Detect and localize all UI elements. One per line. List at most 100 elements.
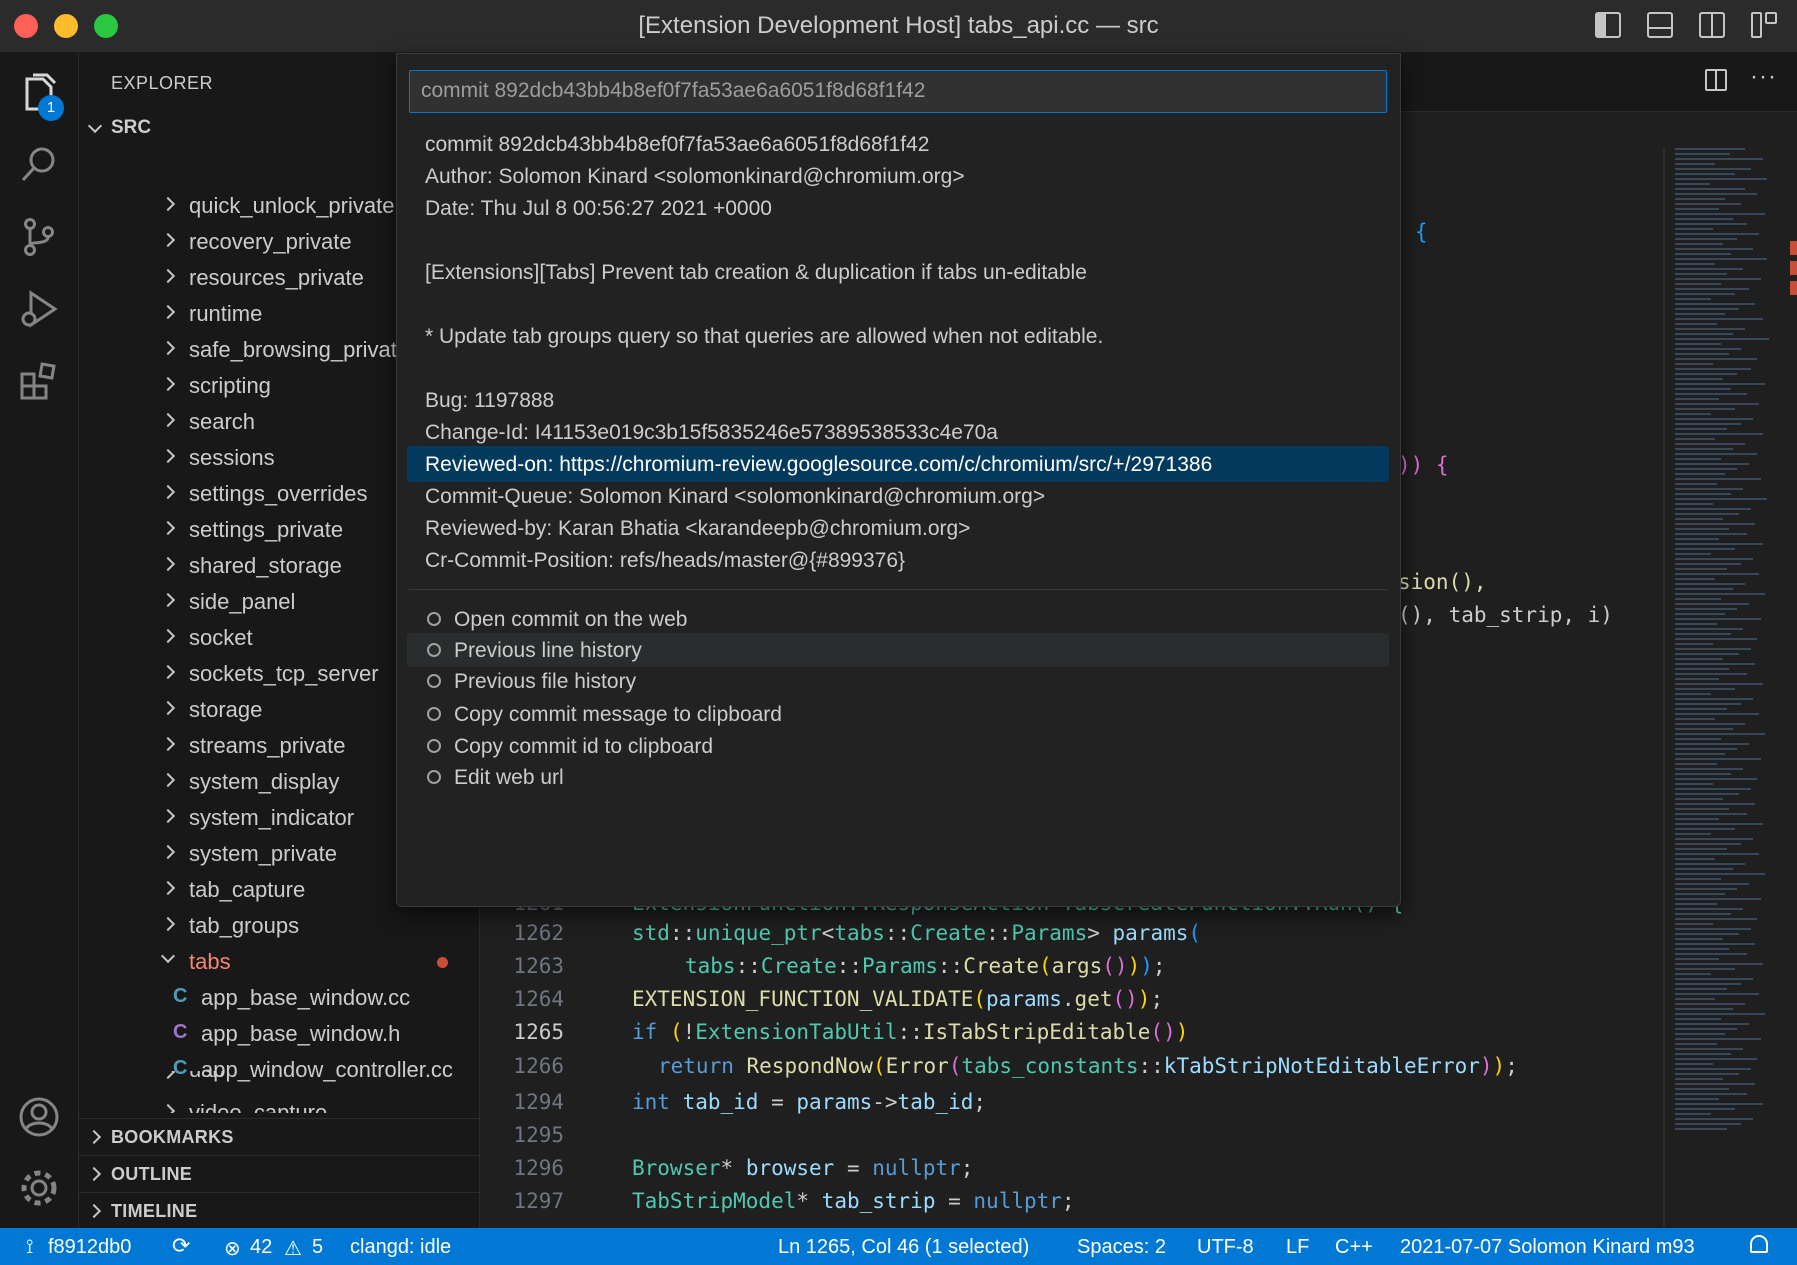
chevron-right-icon bbox=[160, 556, 176, 572]
customize-layout-icon[interactable] bbox=[1751, 12, 1777, 38]
commit-message-line: [Extensions][Tabs] Prevent tab creation … bbox=[397, 254, 1400, 290]
folder-label: sessions bbox=[189, 445, 275, 470]
chevron-right-icon bbox=[86, 1166, 102, 1182]
folder-label: video_capture bbox=[189, 1100, 328, 1113]
error-count[interactable]: 42 bbox=[250, 1236, 272, 1259]
commit-message-line: Date: Thu Jul 8 00:56:27 2021 +0000 bbox=[397, 190, 1400, 226]
manage-gear-icon[interactable] bbox=[17, 1166, 61, 1210]
tree-folder-open[interactable]: tabs bbox=[79, 944, 479, 980]
folder-label: safe_browsing_private bbox=[189, 337, 410, 362]
toggle-panel-icon[interactable] bbox=[1647, 12, 1673, 38]
folder-label: search bbox=[189, 409, 256, 434]
folder-label: settings_private bbox=[189, 517, 344, 542]
code-fragment: )) { bbox=[1398, 453, 1449, 477]
code-line: EXTENSION_FUNCTION_VALIDATE(params.get()… bbox=[632, 987, 1164, 1011]
chevron-right-icon bbox=[160, 448, 176, 464]
eol-status[interactable]: LF bbox=[1286, 1236, 1309, 1259]
run-debug-icon[interactable] bbox=[17, 287, 61, 331]
commit-message-line: * Update tab groups query so that querie… bbox=[397, 318, 1400, 354]
code-line: if (!ExtensionTabUtil::IsTabStripEditabl… bbox=[632, 1020, 1189, 1044]
git-blame-status[interactable]: 2021-07-07 Solomon Kinard m93 bbox=[1400, 1236, 1695, 1259]
tree-file[interactable]: Capp_base_window.cc bbox=[79, 980, 479, 1016]
folder-label: sockets_tcp_server bbox=[189, 661, 379, 686]
commit-message-text: Cr-Commit-Position: refs/heads/master@{#… bbox=[425, 549, 906, 572]
action-label: Copy commit message to clipboard bbox=[454, 703, 782, 726]
outline-section[interactable]: OUTLINE bbox=[79, 1155, 479, 1192]
tree-file[interactable]: Capp_base_window.h bbox=[79, 1016, 479, 1052]
section-label: TIMELINE bbox=[111, 1201, 198, 1221]
tree-folder[interactable]: tab_groups bbox=[79, 908, 479, 944]
window-title: [Extension Development Host] tabs_api.cc… bbox=[638, 12, 1159, 39]
commit-message-text: Change-Id: I41153e019c3b15f5835246e57389… bbox=[425, 421, 998, 444]
cursor-position[interactable]: Ln 1265, Col 46 (1 selected) bbox=[778, 1236, 1029, 1259]
language-mode[interactable]: C++ bbox=[1335, 1236, 1373, 1259]
chevron-right-icon bbox=[160, 340, 176, 356]
commit-message-text: [Extensions][Tabs] Prevent tab creation … bbox=[425, 261, 1087, 284]
split-editor-icon[interactable] bbox=[1705, 69, 1727, 91]
modified-dot-icon bbox=[437, 957, 448, 968]
chevron-down-icon bbox=[160, 948, 176, 964]
open-commit-on-web-action[interactable]: Open commit on the web bbox=[407, 602, 1389, 636]
folder-label: quick_unlock_private bbox=[189, 193, 395, 218]
commit-message-line: Author: Solomon Kinard <solomonkinard@ch… bbox=[397, 158, 1400, 194]
line-number: 1297 bbox=[513, 1189, 564, 1213]
previous-line-history-action[interactable]: Previous line history bbox=[407, 633, 1389, 667]
extensions-icon[interactable] bbox=[17, 359, 61, 403]
toggle-secondary-sidebar-icon[interactable] bbox=[1699, 12, 1725, 38]
indentation-status[interactable]: Spaces: 2 bbox=[1077, 1236, 1166, 1259]
minimap-change-marker bbox=[1790, 261, 1797, 275]
chevron-right-icon bbox=[160, 628, 176, 644]
encoding-status[interactable]: UTF-8 bbox=[1197, 1236, 1254, 1259]
copy-commit-message-action[interactable]: Copy commit message to clipboard bbox=[407, 697, 1389, 731]
title-bar: [Extension Development Host] tabs_api.cc… bbox=[0, 0, 1797, 53]
chevron-right-icon bbox=[160, 808, 176, 824]
source-control-icon[interactable] bbox=[17, 215, 61, 259]
bookmarks-section[interactable]: BOOKMARKS bbox=[79, 1118, 479, 1155]
more-actions-icon[interactable]: ··· bbox=[1750, 63, 1777, 91]
quick-pick-input[interactable]: commit 892dcb43bb4b8ef0f7fa53ae6a6051f8d… bbox=[409, 70, 1387, 113]
warning-count[interactable]: 5 bbox=[312, 1236, 323, 1259]
folder-label: tab_groups bbox=[189, 913, 300, 938]
minimap[interactable] bbox=[1675, 148, 1785, 1228]
clangd-status[interactable]: clangd: idle bbox=[350, 1236, 451, 1259]
accounts-icon[interactable] bbox=[17, 1095, 61, 1139]
timeline-section[interactable]: TIMELINE bbox=[79, 1192, 479, 1228]
chevron-right-icon bbox=[160, 880, 176, 896]
circle-icon bbox=[427, 739, 441, 753]
action-label: Open commit on the web bbox=[454, 608, 688, 631]
line-number: 1294 bbox=[513, 1090, 564, 1114]
tree-folder[interactable]: usb bbox=[79, 1071, 479, 1085]
commit-message-text: Author: Solomon Kinard <solomonkinard@ch… bbox=[425, 165, 965, 188]
code-fragment: { bbox=[1415, 220, 1428, 244]
commit-message-text: Date: Thu Jul 8 00:56:27 2021 +0000 bbox=[425, 197, 772, 220]
commit-message-line-selected[interactable]: Reviewed-on: https://chromium-review.goo… bbox=[407, 446, 1389, 482]
chevron-right-icon bbox=[86, 1203, 102, 1219]
cpp-file-icon: C bbox=[173, 985, 188, 1007]
notifications-bell-icon[interactable] bbox=[1750, 1235, 1768, 1253]
sync-icon[interactable]: ⟳ bbox=[172, 1233, 190, 1259]
code-line: return RespondNow(Error(tabs_constants::… bbox=[658, 1054, 1518, 1078]
chevron-down-icon bbox=[87, 118, 103, 134]
reviewed-on-link[interactable]: Reviewed-on: https://chromium-review.goo… bbox=[425, 453, 1212, 477]
folder-label: system_private bbox=[189, 841, 337, 866]
search-icon[interactable] bbox=[17, 143, 61, 187]
layout-controls bbox=[1595, 12, 1777, 38]
copy-commit-id-action[interactable]: Copy commit id to clipboard bbox=[407, 729, 1389, 763]
editor-scrollbar[interactable] bbox=[1663, 148, 1665, 1228]
commit-message-text: Commit-Queue: Solomon Kinard <solomonkin… bbox=[425, 485, 1046, 508]
line-number-current: 1265 bbox=[513, 1020, 564, 1044]
folder-label: socket bbox=[189, 625, 253, 650]
edit-web-url-action[interactable]: Edit web url bbox=[407, 760, 1389, 794]
tree-folder[interactable]: video_capture bbox=[79, 1093, 479, 1113]
previous-file-history-action[interactable]: Previous file history bbox=[407, 664, 1389, 698]
vscode-window: [Extension Development Host] tabs_api.cc… bbox=[0, 0, 1797, 1265]
chevron-right-icon bbox=[160, 268, 176, 284]
folder-label: usb bbox=[189, 1071, 224, 1083]
line-number: 1296 bbox=[513, 1156, 564, 1180]
line-number: 1263 bbox=[513, 954, 564, 978]
folder-label: system_display bbox=[189, 769, 340, 794]
chevron-right-icon bbox=[160, 412, 176, 428]
c-header-file-icon: C bbox=[173, 1021, 188, 1043]
git-branch-item[interactable]: f8912db0 bbox=[48, 1236, 131, 1259]
toggle-primary-sidebar-icon[interactable] bbox=[1595, 12, 1621, 38]
